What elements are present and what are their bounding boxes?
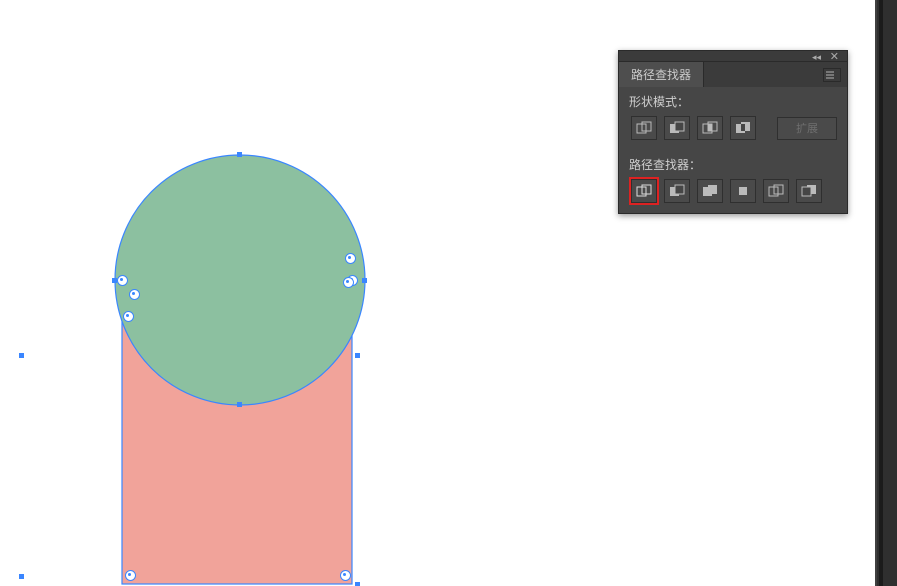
anchor-point[interactable] [129, 289, 140, 300]
anchor-point[interactable] [343, 277, 354, 288]
scrollbar-track [875, 0, 877, 586]
pathfinders-row [629, 179, 839, 211]
handle[interactable] [237, 402, 242, 407]
scrollbar-right[interactable] [875, 0, 897, 586]
outline-button[interactable] [763, 179, 789, 203]
tab-row: 路径查找器 [619, 62, 847, 87]
handle[interactable] [19, 353, 24, 358]
circle-shape[interactable] [115, 155, 365, 405]
handle[interactable] [355, 582, 360, 586]
pathfinders-label: 路径查找器： [629, 156, 839, 173]
handle[interactable] [362, 278, 367, 283]
tab-label: 路径查找器 [631, 66, 691, 83]
divide-button[interactable] [631, 179, 657, 203]
shape-modes-label: 形状模式： [629, 93, 839, 110]
section-shape-modes: 形状模式： 扩展 [619, 87, 847, 150]
scrollbar-thumb[interactable] [879, 0, 883, 586]
panel-menu-icon[interactable] [823, 68, 841, 82]
handle[interactable] [19, 574, 24, 579]
anchor-point[interactable] [125, 570, 136, 581]
merge-button[interactable] [697, 179, 723, 203]
app-root: ◂◂ ✕ 路径查找器 形状模式： [0, 0, 897, 586]
handle[interactable] [237, 152, 242, 157]
anchor-point[interactable] [345, 253, 356, 264]
intersect-button[interactable] [697, 116, 723, 140]
shape-modes-row: 扩展 [629, 116, 839, 148]
anchor-point[interactable] [123, 311, 134, 322]
anchor-point[interactable] [340, 570, 351, 581]
expand-button: 扩展 [777, 117, 837, 140]
section-pathfinders: 路径查找器： [619, 150, 847, 213]
unite-button[interactable] [631, 116, 657, 140]
trim-button[interactable] [664, 179, 690, 203]
expand-label: 扩展 [796, 120, 818, 136]
handle[interactable] [355, 353, 360, 358]
tab-pathfinder[interactable]: 路径查找器 [619, 62, 704, 87]
minus-front-button[interactable] [664, 116, 690, 140]
exclude-button[interactable] [730, 116, 756, 140]
anchor-point[interactable] [117, 275, 128, 286]
panel-titlebar[interactable]: ◂◂ ✕ [619, 51, 847, 62]
crop-button[interactable] [730, 179, 756, 203]
minus-back-button[interactable] [796, 179, 822, 203]
pathfinder-panel: ◂◂ ✕ 路径查找器 形状模式： [618, 50, 848, 214]
